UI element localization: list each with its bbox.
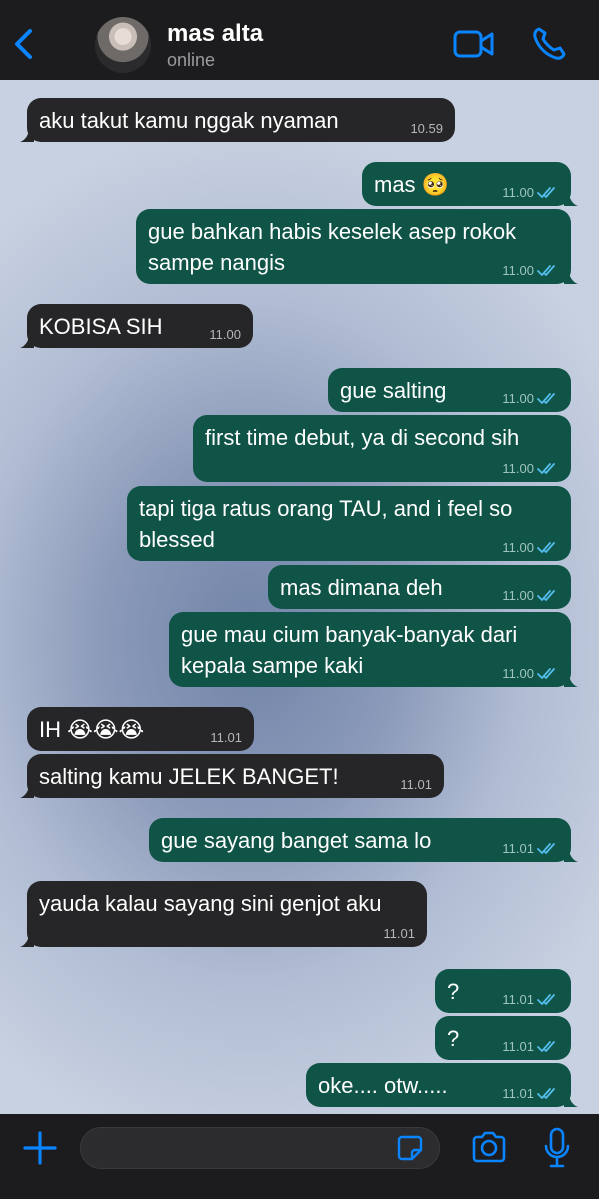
chat-header: mas alta online (0, 0, 599, 80)
read-receipt-icon (537, 1088, 555, 1099)
message-bubble-outgoing[interactable]: mas 🥺 11.00 (362, 162, 578, 206)
bubble-tail (20, 931, 34, 947)
message-bubble-outgoing[interactable]: gue sayang banget sama lo 11.01 (149, 818, 578, 862)
message-time: 11.01 (502, 1086, 534, 1101)
message-bubble-outgoing[interactable]: ? 11.01 (435, 969, 571, 1013)
message-input[interactable] (80, 1127, 440, 1169)
message-bubble-outgoing[interactable]: first time debut, ya di second sih 11.00 (193, 415, 571, 482)
message-time: 11.00 (502, 263, 534, 278)
message-bubble-incoming[interactable]: salting kamu JELEK BANGET! 11.01 (20, 754, 444, 798)
message-time: 11.00 (502, 185, 534, 200)
bubble-tail (564, 671, 578, 687)
message-bubble-outgoing[interactable]: ? 11.01 (435, 1016, 571, 1060)
message-bubble-incoming[interactable]: yauda kalau sayang sini genjot aku 11.01 (20, 881, 427, 947)
message-time: 11.00 (502, 540, 534, 555)
message-time: 11.00 (502, 391, 534, 406)
contact-name[interactable]: mas alta (167, 20, 263, 48)
bubble-tail (20, 782, 34, 798)
read-receipt-icon (537, 994, 555, 1005)
read-receipt-icon (537, 187, 555, 198)
bubble-tail (564, 1091, 578, 1107)
message-time: 11.01 (502, 841, 534, 856)
chat-area[interactable]: aku takut kamu nggak nyaman 10.59 mas 🥺 … (0, 80, 599, 1114)
camera-icon[interactable] (470, 1130, 508, 1164)
read-receipt-icon (537, 265, 555, 276)
microphone-icon[interactable] (542, 1126, 572, 1170)
message-time: 11.00 (502, 666, 534, 681)
bubble-tail (564, 268, 578, 284)
message-bubble-outgoing[interactable]: gue salting 11.00 (328, 368, 571, 412)
bubble-tail (564, 190, 578, 206)
message-time: 11.01 (502, 1039, 534, 1054)
message-time: 11.00 (502, 588, 534, 603)
message-time: 11.01 (210, 730, 242, 745)
message-bubble-incoming[interactable]: KOBISA SIH 11.00 (20, 304, 253, 348)
message-bubble-outgoing[interactable]: tapi tiga ratus orang TAU, and i feel so… (127, 486, 571, 561)
message-bubble-outgoing[interactable]: mas dimana deh 11.00 (268, 565, 571, 609)
message-bubble-outgoing[interactable]: gue bahkan habis keselek asep rokok samp… (136, 209, 578, 284)
read-receipt-icon (537, 542, 555, 553)
read-receipt-icon (537, 463, 555, 474)
bubble-tail (20, 126, 34, 142)
message-time: 11.01 (502, 992, 534, 1007)
read-receipt-icon (537, 393, 555, 404)
read-receipt-icon (537, 1041, 555, 1052)
message-time: 11.01 (383, 926, 415, 941)
read-receipt-icon (537, 668, 555, 679)
message-time: 11.01 (400, 777, 432, 792)
read-receipt-icon (537, 843, 555, 854)
back-chevron-icon[interactable] (8, 26, 40, 62)
message-time: 11.00 (502, 461, 534, 476)
message-time: 10.59 (410, 121, 443, 136)
message-bubble-incoming[interactable]: IH 😭😭😭 11.01 (27, 707, 254, 751)
message-time: 11.00 (209, 327, 241, 342)
sticker-icon[interactable] (396, 1134, 424, 1162)
voice-call-icon[interactable] (530, 25, 570, 63)
contact-status: online (167, 50, 216, 70)
bubble-tail (20, 332, 34, 348)
contact-avatar[interactable] (95, 17, 151, 73)
video-call-icon[interactable] (452, 28, 496, 60)
bubble-tail (564, 846, 578, 862)
message-bubble-outgoing[interactable]: oke.... otw..... 11.01 (306, 1063, 578, 1107)
message-bubble-outgoing[interactable]: gue mau cium banyak-banyak dari kepala s… (169, 612, 578, 687)
read-receipt-icon (537, 590, 555, 601)
attach-plus-icon[interactable] (22, 1130, 58, 1166)
message-bubble-incoming[interactable]: aku takut kamu nggak nyaman 10.59 (20, 98, 455, 142)
